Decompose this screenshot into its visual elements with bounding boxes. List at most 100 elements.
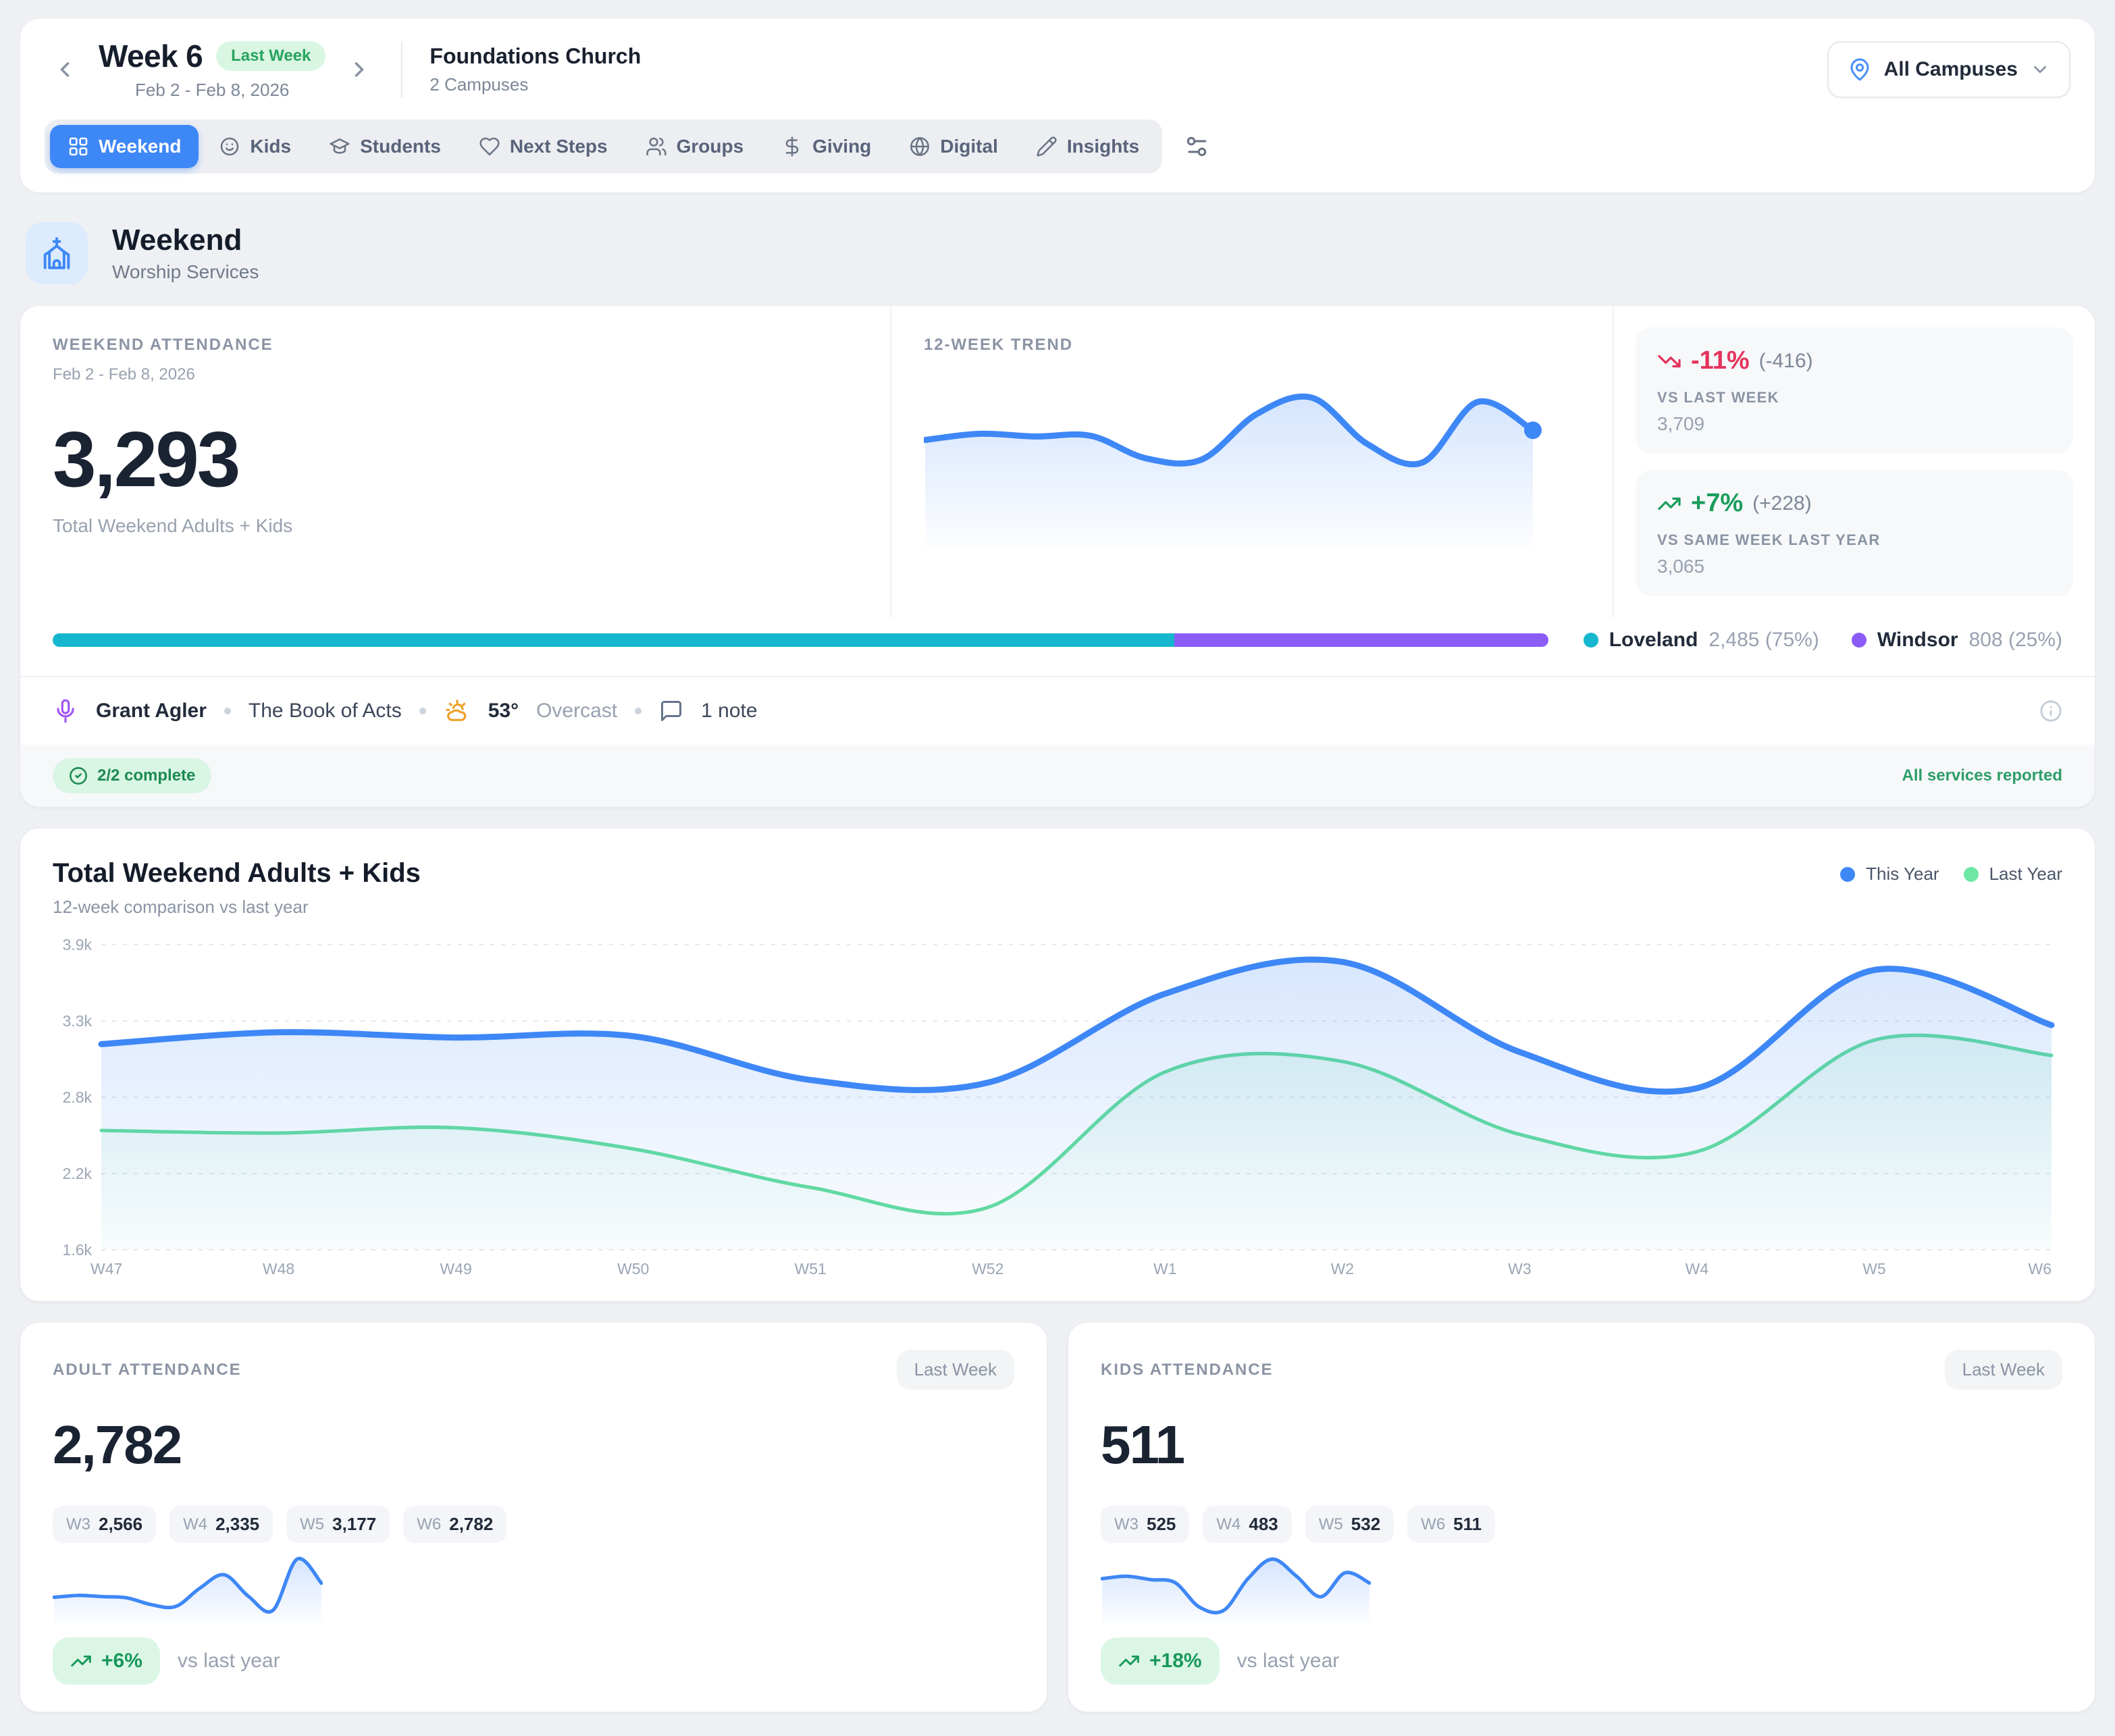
attendance-date: Feb 2 - Feb 8, 2026 <box>53 365 858 384</box>
header-divider <box>401 41 402 98</box>
tab-kids[interactable]: Kids <box>201 125 309 168</box>
all-services-reported-link[interactable]: All services reported <box>1902 766 2062 785</box>
campus-legend: Loveland2,485 (75%)Windsor808 (25%) <box>1584 629 2062 652</box>
svg-text:W48: W48 <box>263 1260 294 1278</box>
week-pill-w5: W5 3,177 <box>286 1506 390 1543</box>
tab-label: Students <box>360 136 441 157</box>
tab-label: Next Steps <box>510 136 608 157</box>
kids-sparkline <box>1101 1548 1371 1624</box>
svg-text:W2: W2 <box>1331 1260 1355 1278</box>
tab-label: Groups <box>677 136 744 157</box>
customize-tabs-button[interactable] <box>1176 126 1218 167</box>
week-label: W6 <box>417 1515 441 1534</box>
attendance-comparison-chart: 3.9k3.3k2.8k2.2k1.6kW47W48W49W50W51W52W1… <box>53 931 2060 1285</box>
week-label: W5 <box>300 1515 324 1534</box>
campus-value: 2,485 (75%) <box>1708 629 1819 652</box>
grad-icon <box>329 136 350 157</box>
svg-text:W4: W4 <box>1686 1260 1709 1278</box>
legend-dot <box>1584 633 1598 648</box>
week-value: 3,177 <box>332 1514 376 1535</box>
week-pill-w3: W3 2,566 <box>53 1506 156 1543</box>
campus-segment-loveland <box>53 633 1174 647</box>
vs-last-year-pct: +7% <box>1691 489 1743 518</box>
week-value: 483 <box>1249 1514 1278 1535</box>
campus-split-bar <box>53 633 1548 647</box>
vs-last-week-stat: -11% (-416) VS LAST WEEK 3,709 <box>1636 327 2073 454</box>
legend-dot <box>1840 867 1855 882</box>
tab-insights[interactable]: Insights <box>1018 125 1157 168</box>
tab-label: Giving <box>812 136 871 157</box>
dot-separator <box>635 708 642 714</box>
week-label: W3 <box>66 1515 90 1534</box>
adult-week-pills: W32,566W42,335W53,177W62,782 <box>53 1506 1014 1543</box>
campus-legend-item-loveland: Loveland 2,485 (75%) <box>1584 629 1819 652</box>
campus-name: Loveland <box>1609 629 1698 652</box>
attendance-label: WEEKEND ATTENDANCE <box>53 336 858 354</box>
globe-icon <box>909 136 931 157</box>
vs-last-year-label: VS SAME WEEK LAST YEAR <box>1657 531 2052 549</box>
tab-giving[interactable]: Giving <box>764 125 889 168</box>
chevron-down-icon <box>2030 59 2050 80</box>
adult-lastweek-badge: Last Week <box>897 1350 1014 1390</box>
legend-dot <box>1964 867 1979 882</box>
svg-text:2.8k: 2.8k <box>63 1088 93 1106</box>
vs-last-week-pct: -11% <box>1691 346 1750 375</box>
svg-text:1.6k: 1.6k <box>63 1241 93 1259</box>
tab-label: Weekend <box>99 136 181 157</box>
week-pill-w6: W6511 <box>1407 1506 1495 1543</box>
kids-attendance-value: 511 <box>1101 1414 2062 1476</box>
note-count[interactable]: 1 note <box>701 700 757 722</box>
prev-week-button[interactable] <box>45 49 85 90</box>
next-week-button[interactable] <box>339 49 380 90</box>
week-label: W4 <box>1216 1515 1241 1534</box>
svg-text:W5: W5 <box>1862 1260 1886 1278</box>
dot-separator <box>224 708 231 714</box>
section-subtitle: Worship Services <box>112 261 259 283</box>
campus-selector[interactable]: All Campuses <box>1827 41 2070 98</box>
svg-text:W52: W52 <box>972 1260 1003 1278</box>
comparison-column: -11% (-416) VS LAST WEEK 3,709 +7% (+228… <box>1614 306 2095 618</box>
services-complete-badge: 2/2 complete <box>53 758 211 793</box>
kids-change-caption: vs last year <box>1237 1650 1340 1673</box>
week-pill-w4: W42,335 <box>169 1506 273 1543</box>
week-value: 532 <box>1351 1514 1380 1535</box>
summary-footer: 2/2 complete All services reported <box>20 745 2095 807</box>
campus-split-row: Loveland2,485 (75%)Windsor808 (25%) <box>20 618 2095 676</box>
location-pin-icon <box>1848 57 1872 82</box>
trend-up-icon <box>1118 1650 1140 1672</box>
presenter-name: Grant Agler <box>96 700 207 722</box>
svg-text:W3: W3 <box>1508 1260 1532 1278</box>
info-icon[interactable] <box>2039 700 2062 722</box>
service-details-row: Grant Agler The Book of Acts 53° Overcas… <box>20 677 2095 745</box>
adult-change-caption: vs last year <box>178 1650 280 1673</box>
note-icon <box>659 699 683 723</box>
svg-text:2.2k: 2.2k <box>63 1165 93 1182</box>
check-circle-icon <box>69 766 88 785</box>
section-header: Weekend Worship Services <box>20 192 2095 306</box>
kids-attendance-card: KIDS ATTENDANCE Last Week 511 W3525W4483… <box>1068 1323 2095 1712</box>
tab-groups[interactable]: Groups <box>628 125 762 168</box>
church-campus-count: 2 Campuses <box>429 74 641 95</box>
grid-icon <box>68 136 89 157</box>
heart-icon <box>479 136 500 157</box>
kids-week-pills: W3525 W4 483 W5532 W6511 <box>1101 1506 2062 1543</box>
tab-next-steps[interactable]: Next Steps <box>461 125 625 168</box>
week-pill-w3: W3525 <box>1101 1506 1189 1543</box>
week-value: 2,566 <box>99 1514 142 1535</box>
church-icon <box>39 236 74 271</box>
tab-digital[interactable]: Digital <box>891 125 1016 168</box>
tab-weekend[interactable]: Weekend <box>50 125 199 168</box>
vs-last-year-value: 3,065 <box>1657 556 2052 577</box>
tab-students[interactable]: Students <box>311 125 459 168</box>
last-week-badge: Last Week <box>216 41 325 71</box>
tab-bar: Weekend Kids Students Next Steps Groups Givin… <box>45 120 1162 174</box>
chevron-left-icon <box>53 57 77 82</box>
kids-change-value: +18% <box>1149 1650 1202 1673</box>
attendance-column: WEEKEND ATTENDANCE Feb 2 - Feb 8, 2026 3… <box>20 306 891 618</box>
week-navigator: Week 6 Last Week Feb 2 - Feb 8, 2026 <box>45 38 380 101</box>
week-label: W3 <box>1114 1515 1139 1534</box>
week-pill-w5: W5532 <box>1305 1506 1394 1543</box>
chevron-right-icon <box>347 57 371 82</box>
chart-legend-item: Last Year <box>1964 864 2062 885</box>
header: Week 6 Last Week Feb 2 - Feb 8, 2026 Fou… <box>20 19 2095 192</box>
